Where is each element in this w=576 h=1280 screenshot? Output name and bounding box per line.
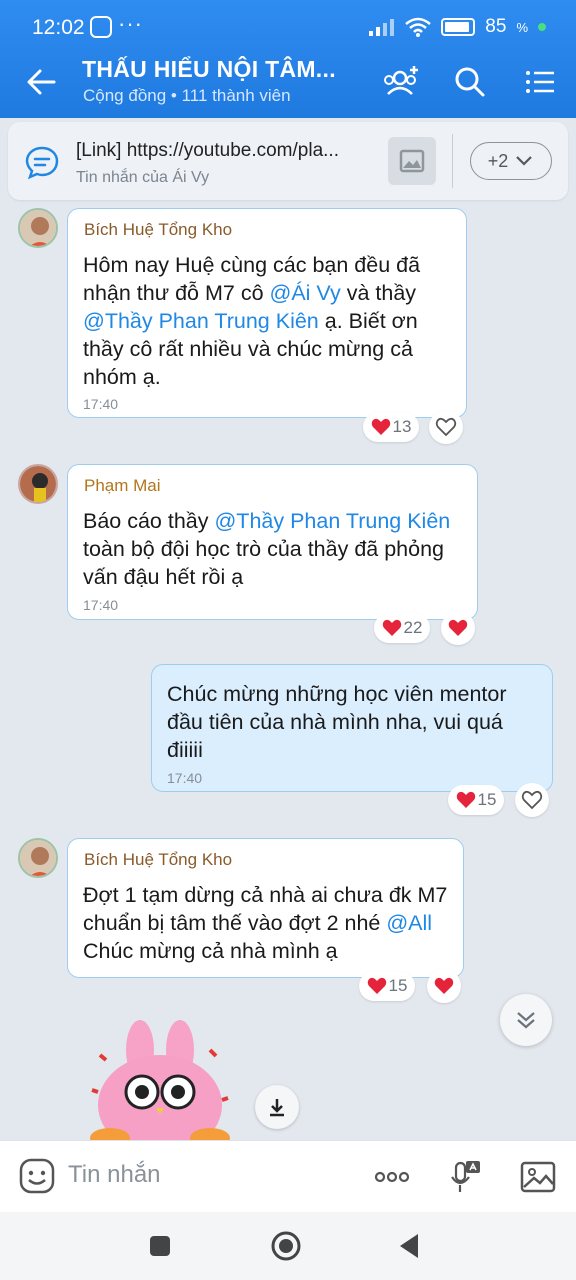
heart-icon	[456, 791, 475, 808]
sender-name[interactable]: Bích Huệ Tổng Kho	[84, 220, 232, 240]
heart-outline-icon	[435, 417, 457, 437]
heart-outline-icon	[521, 790, 543, 810]
group-subtitle: Cộng đồng • 111 thành viên	[83, 86, 291, 105]
avatar[interactable]	[18, 208, 58, 248]
react-button[interactable]	[515, 783, 549, 817]
sender-name[interactable]: Phạm Mai	[84, 476, 161, 496]
sender-name[interactable]: Bích Huệ Tổng Kho	[84, 850, 232, 870]
message-time: 17:40	[83, 597, 119, 613]
double-chevron-down-icon	[517, 1012, 535, 1029]
home-icon[interactable]	[268, 1228, 304, 1264]
recents-icon[interactable]	[142, 1228, 178, 1264]
pinned-message-bar[interactable]: [Link] https://youtube.com/pla... Tin nh…	[8, 122, 568, 200]
chevron-down-icon	[516, 156, 533, 166]
chat-header: 12:02 ··· 85% THẤU HIỂU NỘI TÂM... Cộng …	[0, 0, 576, 118]
reaction-count: 15	[388, 976, 408, 995]
text-segment: Chúc mừng cả nhà mình ạ	[83, 939, 338, 963]
text-segment: và thầy	[340, 281, 417, 305]
more-options-icon[interactable]	[372, 1157, 412, 1197]
battery-level: 85	[485, 16, 507, 37]
more-pinned-button[interactable]: +2	[470, 142, 552, 180]
avatar[interactable]	[18, 838, 58, 878]
message-text: Đợt 1 tạm dừng cả nhà ai chưa đk M7 chuẩ…	[83, 881, 453, 965]
signal-icon	[369, 19, 395, 36]
heart-icon	[367, 977, 386, 994]
text-segment: Báo cáo thầy	[83, 509, 215, 533]
pinned-title: [Link] https://youtube.com/pla...	[76, 140, 339, 161]
react-button[interactable]	[429, 410, 463, 444]
search-icon[interactable]	[450, 62, 490, 102]
reaction-count: 22	[403, 618, 423, 637]
react-button[interactable]	[427, 969, 461, 1003]
voice-to-text-icon[interactable]	[446, 1157, 486, 1197]
back-icon[interactable]	[392, 1228, 428, 1264]
messenger-app-icon	[90, 16, 112, 38]
status-bar: 12:02 ··· 85%	[0, 0, 576, 56]
message-bubble[interactable]: Bích Huệ Tổng Kho Đợt 1 tạm dừng cả nhà …	[67, 838, 464, 978]
heart-icon	[448, 619, 468, 636]
reaction-summary[interactable]: 22	[374, 613, 430, 643]
message-text: Chúc mừng những học viên mentor đầu tiên…	[167, 682, 507, 762]
chat-bubble-icon	[25, 146, 59, 180]
message-text: Hôm nay Huệ cùng các bạn đều đã nhận thư…	[83, 251, 453, 391]
bunny-sticker[interactable]	[80, 1020, 240, 1140]
message-text: Báo cáo thầy @Thầy Phan Trung Kiên toàn …	[83, 507, 463, 591]
system-nav-bar	[0, 1212, 576, 1280]
divider	[452, 134, 453, 188]
group-title[interactable]: THẤU HIỂU NỘI TÂM...	[82, 56, 336, 83]
download-button[interactable]	[255, 1085, 299, 1129]
pinned-thumbnail	[388, 137, 436, 185]
back-arrow-icon[interactable]	[24, 64, 60, 100]
reaction-count: 13	[392, 417, 412, 436]
percent-sign: %	[516, 19, 528, 35]
react-button[interactable]	[441, 611, 475, 645]
my-message-bubble[interactable]: Chúc mừng những học viên mentor đầu tiên…	[151, 664, 553, 792]
wifi-icon	[405, 17, 432, 37]
message-time: 17:40	[83, 396, 119, 412]
heart-icon	[371, 418, 390, 435]
status-time: 12:02	[32, 16, 85, 39]
battery-icon	[441, 18, 476, 36]
message-bubble[interactable]: Bích Huệ Tổng Kho Hôm nay Huệ cùng các b…	[67, 208, 467, 418]
mention-link[interactable]: @Thầy Phan Trung Kiên	[83, 309, 319, 333]
heart-icon	[382, 619, 401, 636]
mention-link[interactable]: @Thầy Phan Trung Kiên	[214, 509, 450, 533]
pinned-subtitle: Tin nhắn của Ái Vy	[76, 169, 210, 186]
emoji-icon[interactable]	[18, 1157, 56, 1195]
reaction-summary[interactable]: 15	[448, 785, 504, 815]
gallery-icon[interactable]	[518, 1157, 558, 1197]
message-time: 17:40	[167, 770, 203, 786]
mention-link[interactable]: @All	[386, 911, 432, 935]
download-icon	[270, 1099, 284, 1117]
scroll-to-bottom-button[interactable]	[500, 994, 552, 1046]
message-input-bar: Tin nhắn	[0, 1140, 576, 1212]
message-input[interactable]: Tin nhắn	[68, 1161, 161, 1189]
heart-icon	[434, 977, 454, 994]
charging-dot	[538, 23, 546, 31]
mention-link[interactable]: @Ái Vy	[270, 281, 341, 305]
message-bubble[interactable]: Phạm Mai Báo cáo thầy @Thầy Phan Trung K…	[67, 464, 478, 620]
image-icon	[399, 149, 425, 173]
text-segment: toàn bộ đội học trò của thầy đã phỏng vấ…	[83, 537, 444, 589]
add-member-icon[interactable]	[380, 62, 420, 102]
reaction-count: 15	[477, 790, 497, 809]
more-pinned-count: +2	[487, 150, 509, 171]
more-notifications-icon: ···	[118, 11, 143, 36]
menu-list-icon[interactable]	[520, 62, 560, 102]
avatar[interactable]	[18, 464, 58, 504]
reaction-summary[interactable]: 13	[363, 412, 419, 442]
reaction-summary[interactable]: 15	[359, 971, 415, 1001]
